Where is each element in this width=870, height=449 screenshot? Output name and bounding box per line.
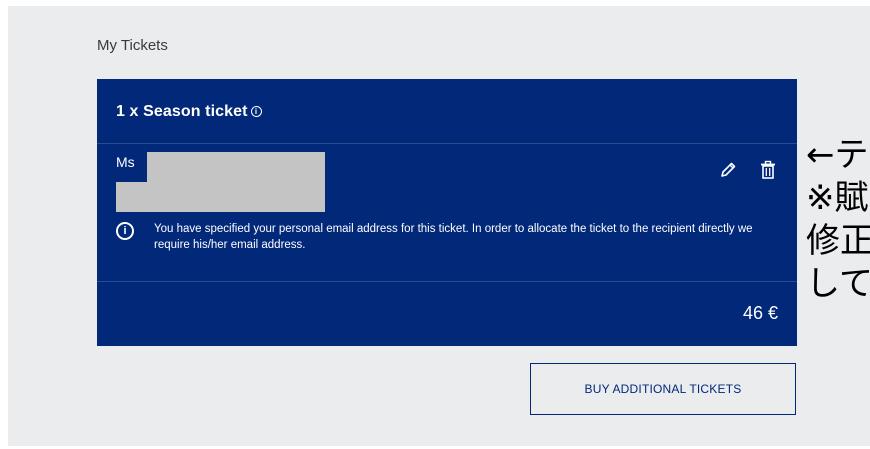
ticket-title-text: 1 x Season ticket bbox=[116, 103, 248, 120]
annotation-overlay: ←テ ※賦 修正 して bbox=[806, 134, 870, 394]
ticket-title: 1 x Season ticket i bbox=[116, 103, 262, 121]
notice-text: You have specified your personal email a… bbox=[154, 223, 753, 251]
redacted-name-block bbox=[116, 182, 325, 212]
buy-additional-tickets-button[interactable]: BUY ADDITIONAL TICKETS bbox=[530, 363, 796, 415]
ticket-footer: 46 € bbox=[97, 281, 797, 347]
recipient-salutation: Ms bbox=[116, 154, 135, 170]
pencil-icon[interactable] bbox=[718, 160, 738, 180]
ticket-card: 1 x Season ticket i Ms i You have specifi… bbox=[97, 79, 797, 346]
info-circle-icon: i bbox=[116, 222, 134, 240]
trash-icon[interactable] bbox=[758, 160, 778, 180]
annotation-line: して bbox=[806, 264, 870, 304]
redacted-name-block bbox=[147, 152, 325, 182]
section-title: My Tickets bbox=[97, 37, 168, 54]
info-icon[interactable]: i bbox=[250, 106, 262, 117]
ticket-price: 46 € bbox=[742, 303, 778, 323]
annotation-line: ※賦 bbox=[806, 178, 869, 218]
ticket-header: 1 x Season ticket i bbox=[97, 79, 797, 144]
annotation-line: ←テ bbox=[806, 135, 869, 175]
annotation-line: 修正 bbox=[806, 221, 870, 261]
